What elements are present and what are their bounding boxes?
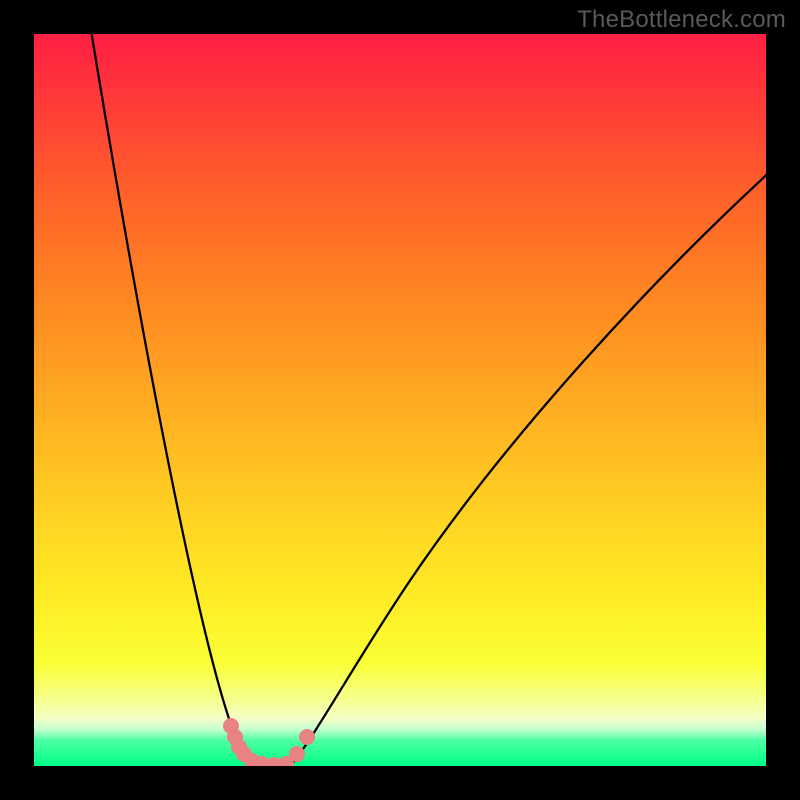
curve-right-branch xyxy=(274,168,766,766)
data-marker xyxy=(289,746,305,762)
plot-area xyxy=(34,34,766,766)
marker-group xyxy=(223,718,315,766)
curve-left-branch xyxy=(90,34,264,766)
watermark-text: TheBottleneck.com xyxy=(577,6,786,34)
curve-overlay xyxy=(34,34,766,766)
data-marker xyxy=(299,729,315,745)
